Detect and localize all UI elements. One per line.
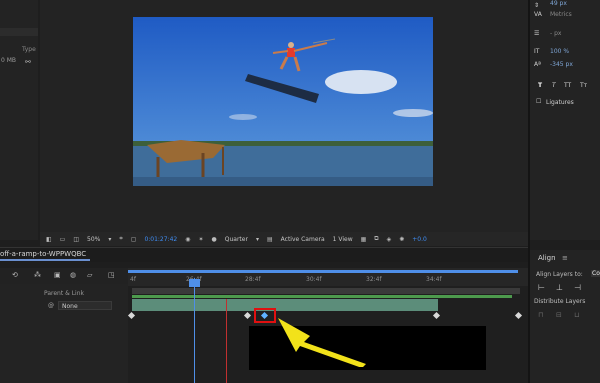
mask-icon[interactable]: ◫: [71, 236, 81, 243]
flowchart-icon[interactable]: ⧉: [372, 235, 380, 243]
align-to-label: Align Layers to:: [536, 271, 583, 278]
motion-blur-icon[interactable]: ◍: [70, 271, 76, 279]
distribute-label: Distribute Layers: [534, 298, 586, 305]
render-cache-bar: [132, 295, 512, 298]
region-icon[interactable]: ▢: [129, 236, 139, 243]
marker-line: [226, 299, 227, 383]
distribute-middle-icon[interactable]: ⊟: [556, 311, 562, 319]
stroke-icon: ☰: [534, 30, 540, 37]
align-left-icon[interactable]: ⊢: [538, 283, 545, 292]
project-file-size: 0 MB: [1, 57, 17, 64]
layer-duration-bar[interactable]: [132, 299, 438, 311]
all-caps-button[interactable]: TT: [564, 82, 571, 89]
settings-icon[interactable]: ✺: [397, 236, 406, 243]
leading-value[interactable]: 49 px: [550, 0, 567, 7]
exposure-value[interactable]: +0.0: [410, 236, 429, 243]
resolution-select[interactable]: Quarter: [223, 236, 250, 243]
preview-icon[interactable]: ▭: [58, 236, 68, 243]
align-center-icon[interactable]: ⊥: [556, 283, 563, 292]
timeline-tab[interactable]: off-a-ramp-to-WPPWQBC: [0, 250, 86, 258]
arrow-annotation: [278, 318, 366, 367]
vertical-scale-icon: IT: [534, 48, 540, 55]
playhead-line[interactable]: [194, 278, 195, 383]
frame-blend-icon[interactable]: ▣: [54, 271, 61, 279]
camera-icon[interactable]: ◉: [183, 236, 192, 243]
playhead-handle[interactable]: [189, 279, 200, 287]
grid-icon[interactable]: ⌗: [117, 235, 124, 243]
parent-link-header: Parent & Link: [44, 290, 84, 297]
parent-select-value: None: [62, 303, 78, 310]
stroke-size-value[interactable]: - px: [550, 30, 561, 37]
comp-flowchart-icon[interactable]: ◳: [108, 271, 115, 279]
panel-menu-icon[interactable]: ≡: [562, 254, 568, 262]
timeline-controls: ⟲ ⁂ ▣ ◍ ▱ ◳: [0, 268, 128, 284]
kerning-icon: VA: [534, 11, 542, 18]
shy-icon[interactable]: ⁂: [34, 271, 41, 279]
timecode-display[interactable]: 0:01:27:42: [142, 236, 179, 243]
ruler-tick: 30:4f: [306, 276, 322, 283]
network-icon: ⚯: [25, 58, 31, 66]
ligatures-label: Ligatures: [546, 99, 574, 106]
align-to-select[interactable]: Co: [591, 270, 600, 277]
project-search-bar[interactable]: [0, 28, 38, 36]
video-frame: [133, 17, 433, 186]
channel-icon[interactable]: ✶: [196, 236, 205, 243]
view-select[interactable]: 1 View: [331, 236, 355, 243]
small-caps-button[interactable]: Tт: [580, 82, 587, 89]
baseline-shift-icon: Aª: [534, 61, 541, 68]
align-panel-title: Align: [538, 254, 556, 262]
character-panel: ⇕ 49 px VA Metrics ☰ - px IT 100 % Aª -3…: [530, 0, 600, 240]
ruler-tick: 34:4f: [426, 276, 442, 283]
viewer-toolbar: ◧ ▭ ◫ 50% ▾ ⌗ ▢ 0:01:27:42 ◉ ✶ ● Quarter…: [40, 232, 528, 246]
layer-list: [0, 284, 128, 383]
color-icon[interactable]: ●: [210, 236, 219, 243]
pickwhip-icon[interactable]: @: [48, 302, 54, 309]
always-preview-icon[interactable]: ◧: [44, 236, 54, 243]
timeline-tab-underline: [0, 259, 90, 261]
leading-icon: ⇕: [534, 2, 540, 9]
project-panel: [0, 0, 38, 240]
chevron-down-icon: ▾: [108, 235, 112, 243]
baseline-value[interactable]: -345 px: [550, 61, 573, 68]
ruler-tick: 28:4f: [245, 276, 261, 283]
parent-select[interactable]: None: [58, 301, 112, 310]
ruler-tick: 32:4f: [366, 276, 382, 283]
distribute-bottom-icon[interactable]: ⊔: [574, 311, 579, 319]
zoom-select[interactable]: 50%: [85, 236, 102, 243]
graph-editor-icon[interactable]: ▱: [87, 271, 92, 279]
kerning-value[interactable]: Metrics: [550, 11, 572, 18]
comp-duration-bar: [132, 288, 520, 294]
layout-icon[interactable]: ▦: [359, 236, 369, 243]
faux-bold-button[interactable]: T: [538, 82, 542, 89]
chevron-down-icon: ▾: [255, 235, 259, 243]
lock-icon[interactable]: ◈: [385, 236, 394, 243]
project-column-type: Type: [22, 46, 36, 53]
scale-value[interactable]: 100 %: [550, 48, 569, 55]
ligatures-checkbox[interactable]: ☐: [536, 98, 541, 105]
work-area-bar[interactable]: [128, 270, 518, 273]
distribute-top-icon[interactable]: ⊓: [538, 311, 543, 319]
camera-select[interactable]: Active Camera: [279, 236, 327, 243]
draft-3d-icon[interactable]: ⟲: [12, 271, 18, 279]
ruler-tick: 4f: [130, 276, 136, 283]
faux-italic-button[interactable]: T: [552, 82, 556, 89]
transparency-icon[interactable]: ▤: [265, 236, 275, 243]
align-right-icon[interactable]: ⊣: [574, 283, 581, 292]
